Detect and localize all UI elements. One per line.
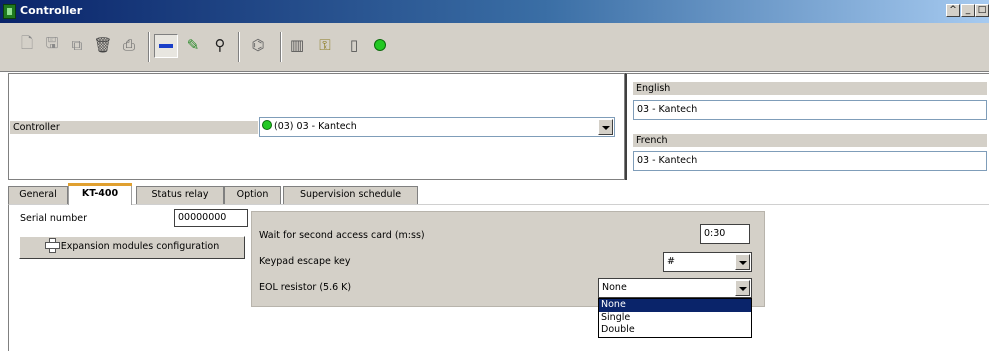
tab-supervision-schedule[interactable]: Supervision schedule xyxy=(283,186,418,204)
tab-option[interactable]: Option xyxy=(224,186,281,204)
expansion-modules-label: Expansion modules configuration xyxy=(60,241,220,252)
keypad-escape-select[interactable]: # xyxy=(663,252,752,272)
tab-status-relay[interactable]: Status relay xyxy=(136,186,224,204)
link-icon[interactable] xyxy=(154,34,178,58)
french-field[interactable]: 03 - Kantech xyxy=(633,151,987,171)
keypad-escape-value: # xyxy=(667,256,675,267)
new-icon[interactable]: 🗋 xyxy=(18,34,36,54)
controller-app-icon xyxy=(3,4,16,19)
eol-resistor-label: EOL resistor (5.6 K) xyxy=(259,282,352,293)
tab-general[interactable]: General xyxy=(8,186,68,204)
minimize-icon[interactable]: _ xyxy=(961,4,975,17)
controller-value: (03) 03 - Kantech xyxy=(274,121,357,132)
status-icon[interactable] xyxy=(371,36,389,54)
find-icon[interactable]: ⚲ xyxy=(211,36,229,54)
toolbar-separator xyxy=(238,32,240,62)
serial-number-field[interactable]: 00000000 xyxy=(174,209,248,227)
description-panel: English 03 - Kantech French 03 - Kantech xyxy=(625,73,989,180)
chevron-down-icon[interactable] xyxy=(598,119,613,135)
restore-icon[interactable]: ^ xyxy=(946,4,960,17)
delete-icon[interactable]: 🗑 xyxy=(93,36,112,54)
copy-icon[interactable]: ⧉ xyxy=(68,36,86,54)
add-icon xyxy=(44,238,60,253)
serial-number-label: Serial number xyxy=(20,213,87,224)
expansion-modules-button[interactable]: Expansion modules configuration xyxy=(19,236,245,259)
online-status-icon xyxy=(262,120,272,130)
window-title: Controller xyxy=(20,4,83,17)
maximize-icon[interactable]: □ xyxy=(975,4,989,17)
print-icon[interactable]: ⎙ xyxy=(120,36,138,54)
eol-resistor-value: None xyxy=(602,282,627,293)
toolbar-separator xyxy=(148,32,150,62)
eol-option-none[interactable]: None xyxy=(599,299,751,312)
toolbar-separator xyxy=(280,32,282,62)
wait-second-card-label: Wait for second access card (m:ss) xyxy=(259,230,425,241)
eol-option-single[interactable]: Single xyxy=(599,312,751,325)
wait-second-card-field[interactable]: 0:30 xyxy=(700,224,750,244)
report-icon[interactable]: ⌬ xyxy=(249,36,267,54)
english-field[interactable]: 03 - Kantech xyxy=(633,100,987,120)
french-label: French xyxy=(633,134,987,147)
edit-icon[interactable]: ✎ xyxy=(184,36,202,54)
title-bar: Controller ^ _ □ xyxy=(0,0,989,23)
door-icon[interactable]: ▥ xyxy=(288,36,306,54)
eol-resistor-dropdown-list: None Single Double xyxy=(598,298,752,338)
controller-header-panel: Controller (03) 03 - Kantech xyxy=(8,73,625,180)
card-reader-icon[interactable]: ▯ xyxy=(345,36,363,54)
keypad-escape-label: Keypad escape key xyxy=(259,256,351,267)
eol-option-double[interactable]: Double xyxy=(599,324,751,337)
eol-resistor-select[interactable]: None xyxy=(598,278,752,298)
chevron-down-icon[interactable] xyxy=(735,280,750,296)
english-label: English xyxy=(633,82,987,95)
key-icon[interactable]: ⚿ xyxy=(316,36,334,54)
controller-label: Controller xyxy=(10,121,258,134)
tab-kt400[interactable]: KT-400 xyxy=(68,183,132,205)
controller-combo[interactable]: (03) 03 - Kantech xyxy=(259,117,615,137)
save-icon[interactable]: 🖫 xyxy=(43,34,61,54)
toolbar: 🗋 🖫 ⧉ 🗑 ⎙ ✎ ⚲ ⌬ ▥ ⚿ ▯ xyxy=(0,23,989,72)
chevron-down-icon[interactable] xyxy=(735,254,750,270)
